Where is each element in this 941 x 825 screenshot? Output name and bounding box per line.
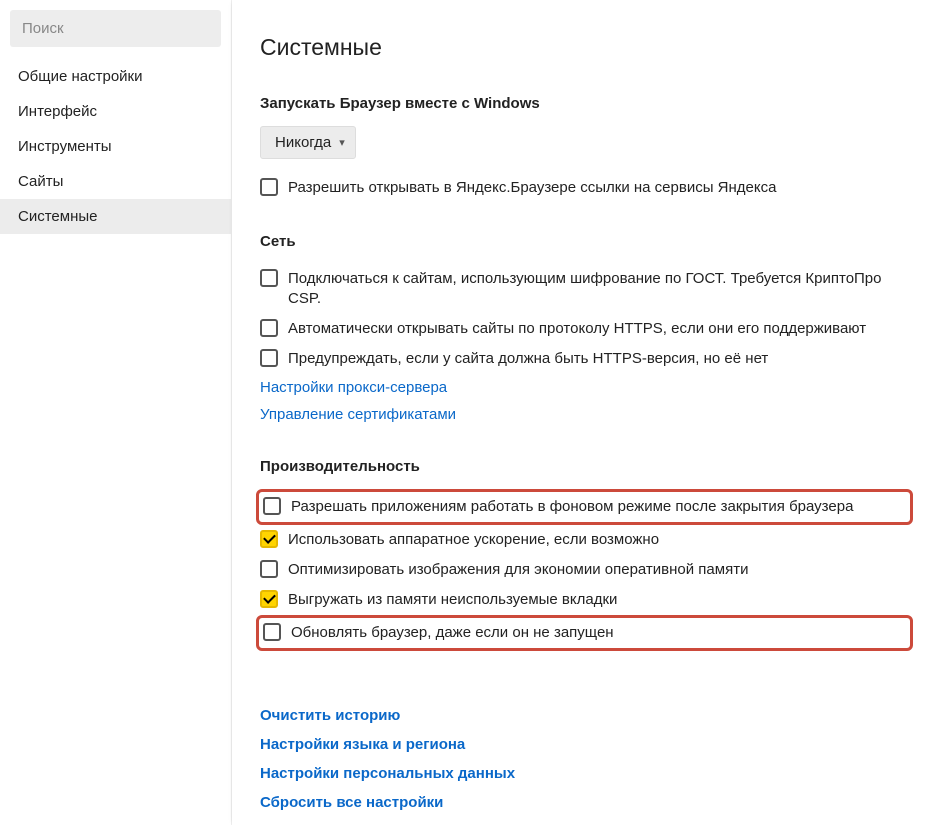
chevron-down-icon: ▾ bbox=[339, 136, 345, 149]
section-performance: Производительность Разрешать приложениям… bbox=[260, 458, 913, 651]
sidebar: Общие настройки Интерфейс Инструменты Са… bbox=[0, 0, 232, 825]
checkbox-unload-tabs-label: Выгружать из памяти неиспользуемые вклад… bbox=[288, 590, 617, 610]
clear-history-link[interactable]: Очистить историю bbox=[260, 707, 400, 724]
checkbox-allow-open-yandex[interactable] bbox=[260, 178, 278, 196]
checkbox-https-warn[interactable] bbox=[260, 349, 278, 367]
bottom-links: Очистить историю Настройки языка и регио… bbox=[260, 701, 913, 817]
section-network: Сеть Подключаться к сайтам, использующим… bbox=[260, 233, 913, 428]
search-box bbox=[10, 10, 221, 47]
checkbox-update-bg-label: Обновлять браузер, даже если он не запущ… bbox=[291, 623, 614, 643]
performance-heading: Производительность bbox=[260, 458, 913, 475]
proxy-settings-link[interactable]: Настройки прокси-сервера bbox=[260, 379, 447, 396]
checkbox-gost-label: Подключаться к сайтам, использующим шифр… bbox=[288, 269, 913, 309]
sidebar-item-tools[interactable]: Инструменты bbox=[0, 129, 231, 164]
checkbox-allow-open-yandex-label: Разрешить открывать в Яндекс.Браузере сс… bbox=[288, 178, 776, 198]
startup-mode-value: Никогда bbox=[275, 134, 331, 151]
sidebar-item-general[interactable]: Общие настройки bbox=[0, 59, 231, 94]
checkbox-optimize-images-label: Оптимизировать изображения для экономии … bbox=[288, 560, 748, 580]
checkbox-https-warn-label: Предупреждать, если у сайта должна быть … bbox=[288, 349, 768, 369]
checkbox-gost[interactable] bbox=[260, 269, 278, 287]
reset-all-link[interactable]: Сбросить все настройки bbox=[260, 794, 443, 811]
checkbox-unload-tabs[interactable] bbox=[260, 590, 278, 608]
sidebar-item-sites[interactable]: Сайты bbox=[0, 164, 231, 199]
section-startup: Запускать Браузер вместе с Windows Никог… bbox=[260, 95, 913, 203]
checkbox-bg-apps[interactable] bbox=[263, 497, 281, 515]
personal-data-link[interactable]: Настройки персональных данных bbox=[260, 765, 515, 782]
checkbox-https-open[interactable] bbox=[260, 319, 278, 337]
certificates-link[interactable]: Управление сертификатами bbox=[260, 406, 456, 423]
sidebar-item-system[interactable]: Системные bbox=[0, 199, 231, 234]
startup-mode-select[interactable]: Никогда ▾ bbox=[260, 126, 356, 159]
checkbox-hw-accel[interactable] bbox=[260, 530, 278, 548]
checkbox-hw-accel-label: Использовать аппаратное ускорение, если … bbox=[288, 530, 659, 550]
startup-heading: Запускать Браузер вместе с Windows bbox=[260, 95, 913, 112]
sidebar-item-interface[interactable]: Интерфейс bbox=[0, 94, 231, 129]
checkbox-https-open-label: Автоматически открывать сайты по протоко… bbox=[288, 319, 866, 339]
page-title: Системные bbox=[260, 34, 913, 61]
main-panel: Системные Запускать Браузер вместе с Win… bbox=[232, 0, 941, 825]
network-heading: Сеть bbox=[260, 233, 913, 250]
lang-region-link[interactable]: Настройки языка и региона bbox=[260, 736, 465, 753]
checkbox-update-bg[interactable] bbox=[263, 623, 281, 641]
search-input[interactable] bbox=[22, 20, 209, 37]
checkbox-bg-apps-label: Разрешать приложениям работать в фоновом… bbox=[291, 497, 853, 517]
checkbox-optimize-images[interactable] bbox=[260, 560, 278, 578]
